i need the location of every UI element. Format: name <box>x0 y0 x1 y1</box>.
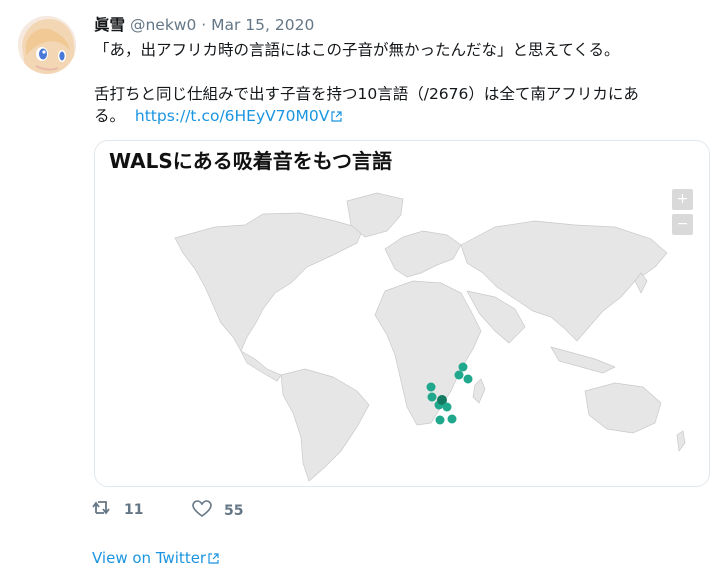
handle[interactable]: @nekw0 <box>130 16 196 34</box>
like-button[interactable]: 55 <box>192 500 243 522</box>
tweet-link[interactable]: https://t.co/6HEyV70M0V <box>135 107 329 125</box>
heart-icon <box>192 500 212 522</box>
view-on-twitter-link[interactable]: View on Twitter <box>92 549 219 568</box>
marker-southern-africa-5[interactable] <box>442 402 452 412</box>
marker-southern-africa-6[interactable] <box>435 415 445 425</box>
marker-southern-africa-2[interactable] <box>427 392 437 402</box>
view-on-twitter-label: View on Twitter <box>92 549 207 567</box>
tweet-text-line1: 「あ，出アフリカ時の言語にはこの子音が無かったんだな」と思えてくる。 <box>94 41 620 59</box>
tweet-header: 眞雪 @nekw0 · Mar 15, 2020 <box>94 15 314 35</box>
zoom-in-button[interactable]: + <box>672 189 693 210</box>
tweet-text-paragraph2: 舌打ちと同じ仕組みで出す子音を持つ10言語（/2676）は全て南アフリカにある。… <box>94 83 706 128</box>
tweet-date[interactable]: Mar 15, 2020 <box>211 16 314 34</box>
marker-east-africa-3[interactable] <box>463 374 473 384</box>
anime-avatar-image <box>18 16 76 74</box>
tweet-text: 「あ，出アフリカ時の言語にはこの子音が無かったんだな」と思えてくる。 舌打ちと同… <box>94 39 706 128</box>
zoom-out-button[interactable]: − <box>672 214 693 235</box>
marker-southern-africa-7[interactable] <box>447 414 457 424</box>
marker-east-africa-1[interactable] <box>458 362 468 372</box>
retweet-icon <box>92 500 112 520</box>
world-map[interactable] <box>95 141 709 486</box>
land-masses <box>174 192 686 482</box>
marker-southern-africa-1[interactable] <box>426 382 436 392</box>
retweet-button[interactable]: 11 <box>92 500 143 520</box>
avatar[interactable] <box>18 16 76 74</box>
retweet-count: 11 <box>124 502 144 518</box>
external-link-icon <box>331 106 342 128</box>
marker-east-africa-2[interactable] <box>454 370 464 380</box>
external-link-icon <box>208 550 219 568</box>
embedded-map-card[interactable]: WALSにある吸着音をもつ言語 + − <box>94 140 710 487</box>
display-name[interactable]: 眞雪 <box>94 16 125 34</box>
separator-dot: · <box>201 16 207 34</box>
map-title: WALSにある吸着音をもつ言語 <box>109 149 392 173</box>
like-count: 55 <box>224 503 244 519</box>
